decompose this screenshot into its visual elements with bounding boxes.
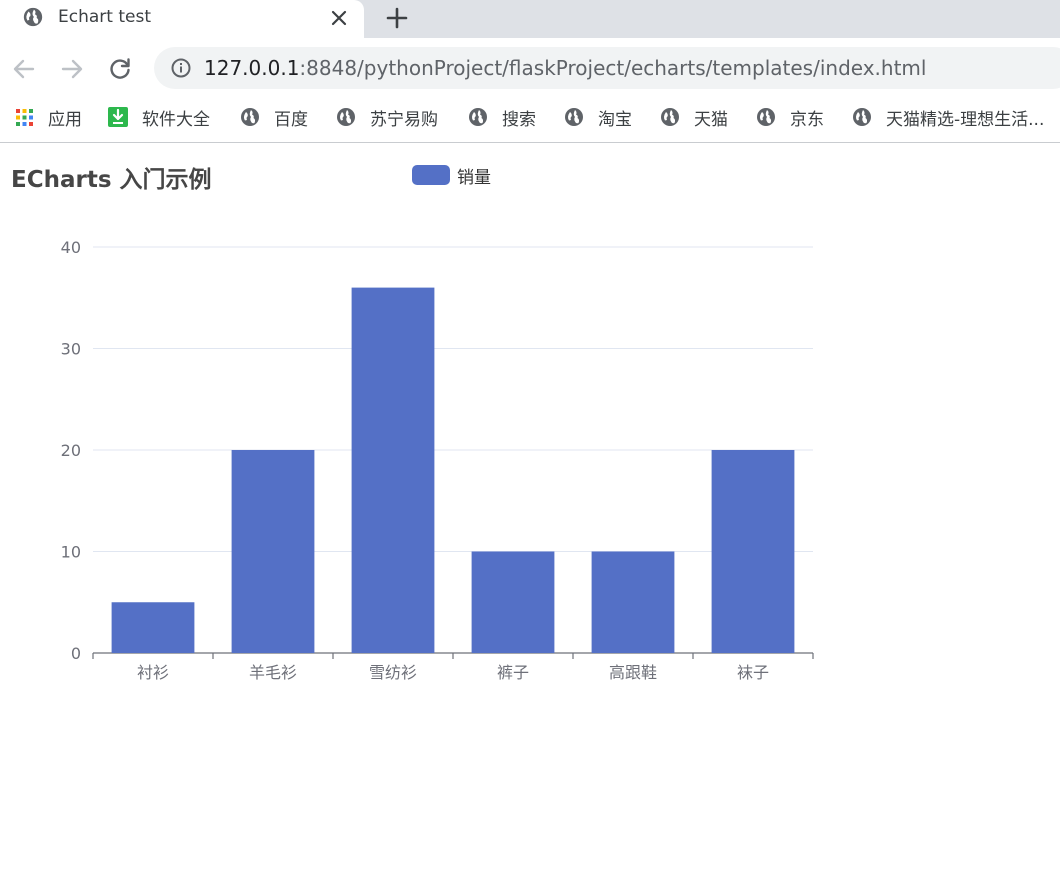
x-tick-label: 高跟鞋	[609, 663, 657, 682]
bar[interactable]	[351, 287, 435, 653]
x-tick-label: 羊毛衫	[249, 663, 297, 682]
bar[interactable]	[471, 551, 555, 654]
bar[interactable]	[111, 602, 195, 653]
y-tick-label: 0	[71, 644, 81, 663]
y-tick-label: 10	[61, 543, 81, 562]
x-tick-label: 裤子	[497, 663, 529, 682]
y-tick-label: 20	[61, 441, 81, 460]
x-tick-label: 雪纺衫	[369, 663, 417, 682]
y-tick-label: 40	[61, 238, 81, 257]
x-tick-label: 衬衫	[137, 663, 169, 682]
x-tick-label: 袜子	[737, 663, 769, 682]
bar[interactable]	[591, 551, 675, 654]
y-tick-label: 30	[61, 340, 81, 359]
bar-chart: 0 10 20 30 40 衬衫 羊毛衫 雪纺衫 裤子 高跟鞋 袜子	[61, 238, 814, 682]
bar[interactable]	[711, 450, 795, 653]
bar[interactable]	[231, 450, 315, 653]
